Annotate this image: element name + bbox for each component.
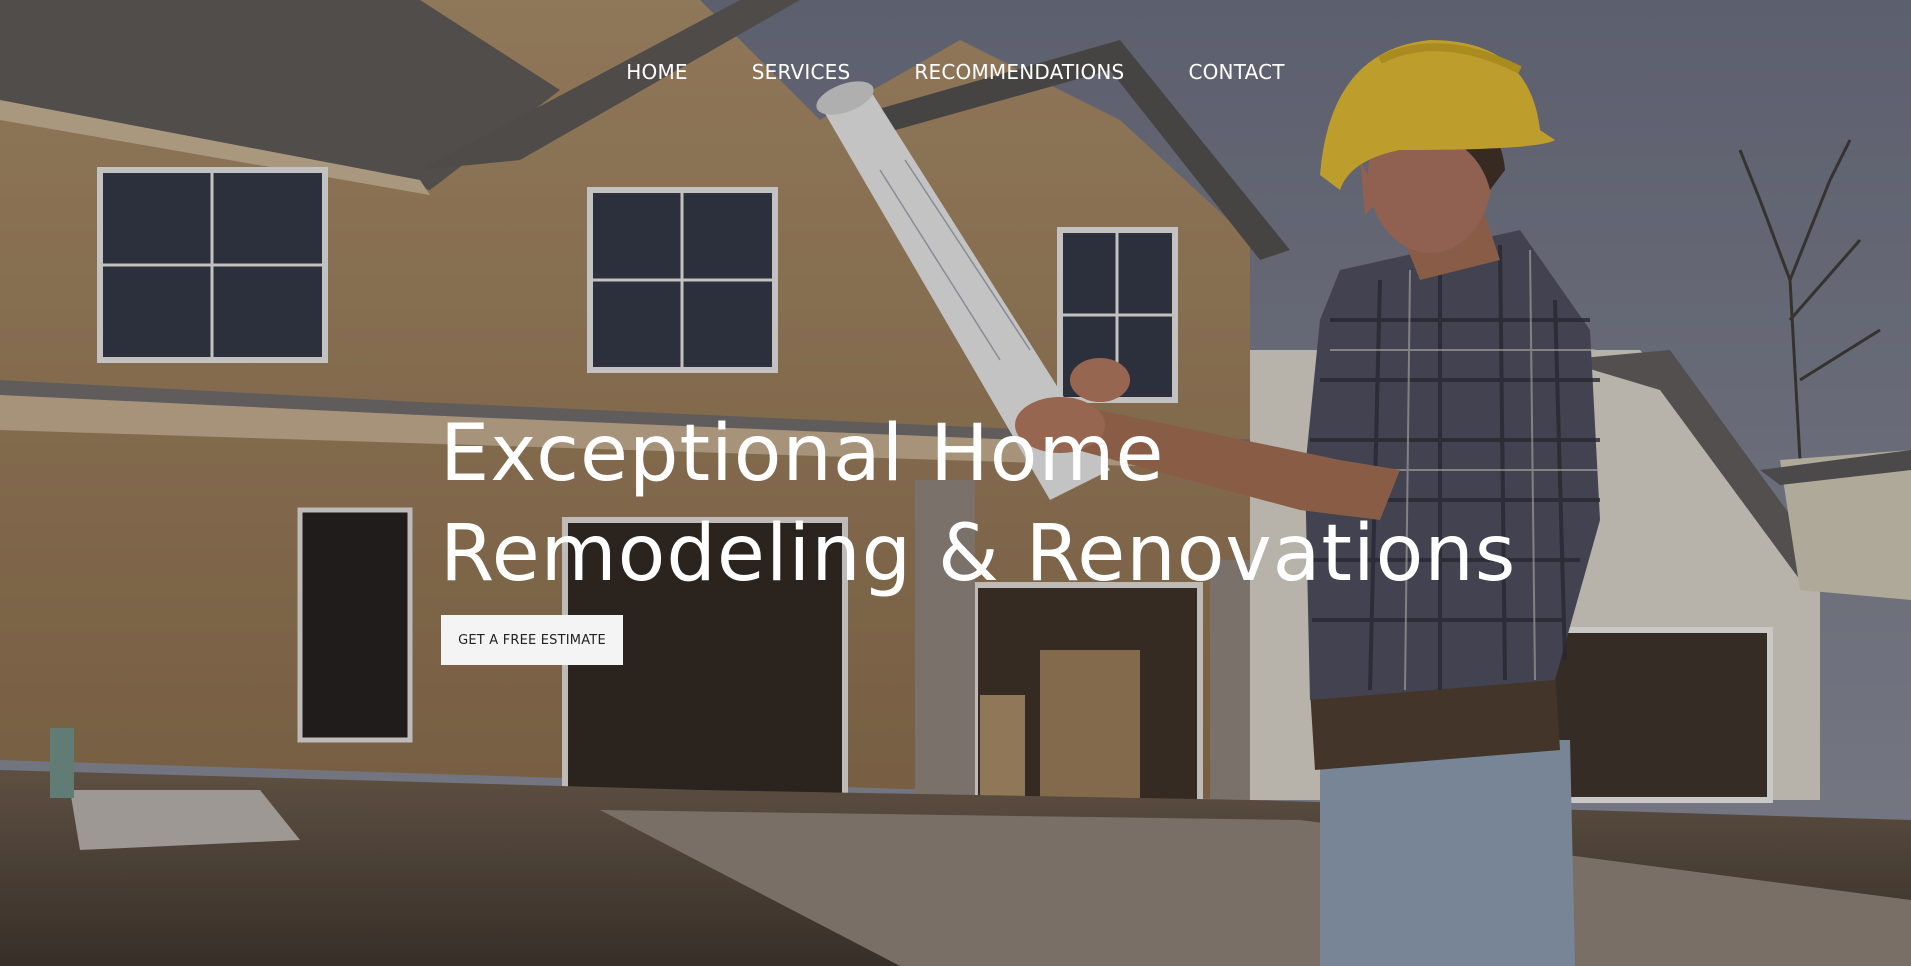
nav-item-contact[interactable]: CONTACT	[1156, 58, 1316, 86]
hero-section: HOME SERVICES RECOMMENDATIONS CONTACT Ex…	[0, 0, 1911, 966]
nav-item-home[interactable]: HOME	[594, 58, 719, 86]
hero-headline-line2: Remodeling & Renovations	[440, 509, 1517, 599]
free-estimate-button[interactable]: GET A FREE ESTIMATE	[441, 615, 623, 665]
nav-item-services[interactable]: SERVICES	[720, 58, 883, 86]
hero-headline: Exceptional Home Remodeling & Renovation…	[440, 404, 1516, 604]
nav-item-recommendations[interactable]: RECOMMENDATIONS	[882, 58, 1156, 86]
main-navigation: HOME SERVICES RECOMMENDATIONS CONTACT	[0, 58, 1911, 86]
hero-headline-line1: Exceptional Home	[440, 409, 1165, 499]
